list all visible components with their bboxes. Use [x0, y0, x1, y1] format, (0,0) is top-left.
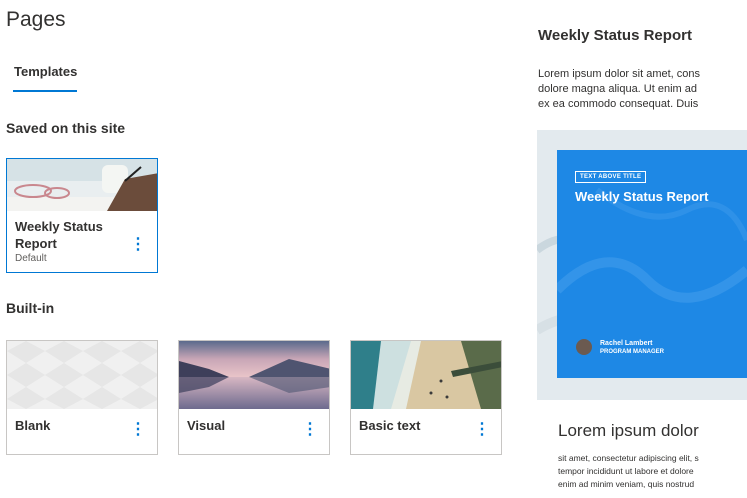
author-role: PROGRAM MANAGER	[600, 349, 664, 355]
template-title-line-1: Weekly Status	[15, 219, 103, 234]
template-card-basic-text[interactable]: Basic text ⋮	[350, 340, 502, 455]
preview-body-line: enim ad minim veniam, quis nostrud	[558, 479, 695, 489]
tab-templates[interactable]: Templates	[14, 64, 77, 79]
avatar	[576, 339, 592, 355]
preview-body-line: sit amet, consectetur adipiscing elit, s	[558, 453, 699, 463]
template-title: Visual	[187, 418, 226, 433]
hero-tag: TEXT ABOVE TITLE	[575, 171, 647, 183]
template-thumbnail-image	[7, 341, 157, 409]
more-vertical-icon[interactable]: ⋮	[302, 422, 318, 438]
page-title: Pages	[6, 8, 66, 31]
template-thumbnail-image	[7, 159, 157, 211]
preview-description: Lorem ipsum dolor sit amet, cons dolore …	[538, 67, 747, 112]
hero-title: Weekly Status Report	[575, 189, 709, 204]
more-vertical-icon[interactable]: ⋮	[130, 237, 146, 253]
preview-description-line: Lorem ipsum dolor sit amet, cons	[538, 68, 701, 80]
hero-banner: TEXT ABOVE TITLE Weekly Status Report Ra…	[557, 150, 747, 378]
saved-section-heading: Saved on this site	[6, 120, 126, 136]
template-card-weekly-status-report[interactable]: Weekly Status Report Default ⋮	[6, 158, 158, 273]
more-vertical-icon[interactable]: ⋮	[474, 422, 490, 438]
preview-description-line: dolore magna aliqua. Ut enim ad	[538, 83, 697, 95]
preview-title: Weekly Status Report	[538, 27, 692, 44]
template-default-badge: Default	[15, 253, 47, 264]
template-thumbnail-image	[179, 341, 329, 409]
preview-body-heading: Lorem ipsum dolor	[558, 421, 699, 440]
tab-active-indicator	[13, 90, 77, 92]
author-name: Rachel Lambert	[600, 340, 653, 347]
preview-body-line: tempor incididunt ut labore et dolore	[558, 466, 694, 476]
template-title-line-2: Report	[15, 236, 57, 251]
template-title: Basic text	[359, 418, 421, 433]
template-preview-image: TEXT ABOVE TITLE Weekly Status Report Ra…	[537, 130, 747, 400]
template-card-blank[interactable]: Blank ⋮	[6, 340, 158, 455]
template-title: Blank	[15, 418, 51, 433]
more-vertical-icon[interactable]: ⋮	[130, 422, 146, 438]
builtin-section-heading: Built-in	[6, 300, 55, 316]
template-thumbnail-image	[351, 341, 501, 409]
template-card-visual[interactable]: Visual ⋮	[178, 340, 330, 455]
preview-description-line: ex ea commodo consequat. Duis	[538, 98, 699, 110]
preview-body-text: sit amet, consectetur adipiscing elit, s…	[558, 452, 747, 491]
